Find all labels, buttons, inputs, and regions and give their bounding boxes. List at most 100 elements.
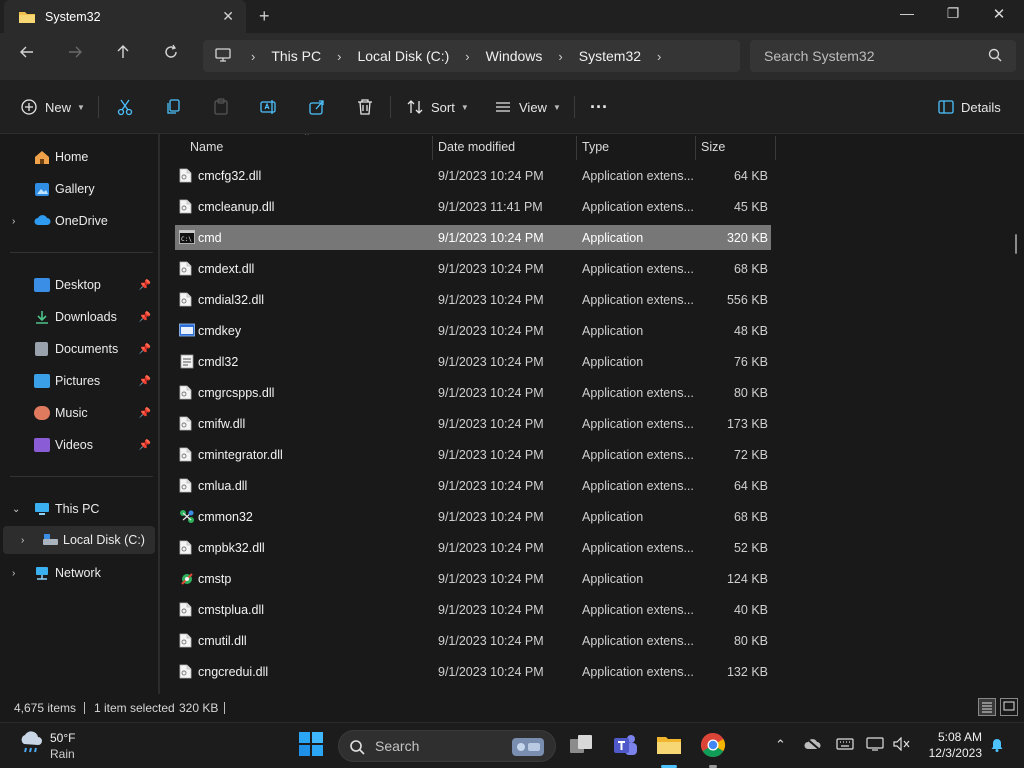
rename-button[interactable] — [260, 94, 278, 120]
share-button[interactable] — [308, 94, 326, 120]
delete-button[interactable] — [356, 94, 374, 120]
table-row[interactable]: cmstplua.dll 9/1/2023 10:24 PM Application… — [175, 597, 771, 622]
cut-button[interactable] — [116, 94, 134, 120]
taskbar-search[interactable] — [338, 730, 556, 762]
tiles-view-toggle[interactable] — [1000, 698, 1018, 716]
file-name: cngcredui.dll — [198, 664, 269, 679]
chevron-right-icon[interactable]: › — [453, 49, 481, 64]
pin-icon[interactable]: 📌 — [139, 280, 151, 291]
pin-icon[interactable]: 📌 — [139, 344, 151, 355]
table-row[interactable]: cmdext.dll 9/1/2023 10:24 PM Application e… — [175, 256, 771, 281]
chrome-button[interactable] — [699, 731, 727, 759]
pin-icon[interactable]: 📌 — [139, 312, 151, 323]
column-header-name[interactable]: Name — [184, 134, 432, 160]
table-row[interactable]: cmifw.dll 9/1/2023 10:24 PM Application ex… — [175, 411, 771, 436]
pin-icon[interactable]: 📌 — [139, 376, 151, 387]
tab-system32[interactable]: System32 ✕ — [4, 0, 246, 33]
table-row[interactable]: cmgrcspps.dll 9/1/2023 10:24 PM Applicatio… — [175, 380, 771, 405]
breadcrumb-windows[interactable]: Windows — [482, 48, 547, 64]
taskbar-search-input[interactable] — [375, 738, 495, 754]
up-button[interactable] — [108, 44, 138, 68]
sidebar-item-gallery[interactable]: Gallery — [0, 175, 155, 203]
column-header-date[interactable]: Date modified — [432, 134, 576, 160]
display-icon[interactable] — [866, 737, 884, 754]
minimize-button[interactable]: — — [884, 5, 930, 27]
details-pane-button[interactable]: Details — [938, 94, 1001, 120]
file-type: Application extens... — [582, 261, 694, 276]
sidebar-item-videos[interactable]: Videos 📌 — [0, 431, 155, 459]
sidebar-item-pictures[interactable]: Pictures 📌 — [0, 367, 155, 395]
breadcrumb-local-disk[interactable]: Local Disk (C:) — [353, 48, 453, 64]
details-view-toggle[interactable] — [978, 698, 996, 716]
start-button[interactable] — [298, 731, 326, 759]
chevron-right-icon[interactable]: › — [645, 49, 673, 64]
teams-button[interactable] — [611, 731, 639, 759]
column-divider[interactable] — [775, 136, 776, 160]
maximize-button[interactable]: ❐ — [930, 5, 976, 27]
sidebar-item-home[interactable]: Home — [0, 143, 155, 171]
file-explorer-taskbar-button[interactable] — [655, 731, 683, 759]
sidebar-item-onedrive[interactable]: › OneDrive — [0, 207, 155, 235]
sidebar-item-documents[interactable]: Documents 📌 — [0, 335, 155, 363]
table-row[interactable]: cmdkey 9/1/2023 10:24 PM Application 48 KB — [175, 318, 771, 343]
table-row[interactable]: cngcredui.dll 9/1/2023 10:24 PM Applicatio… — [175, 659, 771, 684]
new-tab-button[interactable]: + — [259, 6, 270, 27]
table-row[interactable]: cmintegrator.dll 9/1/2023 10:24 PM Applica… — [175, 442, 771, 467]
notification-bell-icon[interactable] — [989, 736, 1005, 755]
table-row[interactable]: cmdl32 9/1/2023 10:24 PM Application 76 KB — [175, 349, 771, 374]
pin-icon[interactable]: 📌 — [139, 408, 151, 419]
paste-button[interactable] — [212, 94, 230, 120]
search-input[interactable] — [764, 48, 974, 64]
sort-button[interactable]: Sort ▼ — [406, 94, 469, 120]
clock[interactable]: 5:08 AM 12/3/2023 — [929, 729, 982, 761]
chevron-right-icon[interactable]: › — [325, 49, 353, 64]
close-window-button[interactable]: ✕ — [976, 5, 1022, 27]
view-button[interactable]: View ▼ — [494, 94, 561, 120]
task-view-button[interactable] — [567, 731, 595, 759]
more-options-button[interactable]: ··· — [590, 94, 608, 120]
back-button[interactable] — [12, 44, 42, 68]
table-row[interactable]: cmpbk32.dll 9/1/2023 10:24 PM Application … — [175, 535, 771, 560]
sidebar-item-local-disk[interactable]: › Local Disk (C:) — [3, 526, 155, 554]
table-row[interactable]: cmdial32.dll 9/1/2023 10:24 PM Application… — [175, 287, 771, 312]
table-row[interactable]: cmlua.dll 9/1/2023 10:24 PM Application ex… — [175, 473, 771, 498]
tab-close-button[interactable]: ✕ — [222, 8, 234, 25]
chevron-right-icon[interactable]: › — [239, 49, 267, 64]
chevron-right-icon[interactable]: › — [546, 49, 574, 64]
search-box[interactable] — [750, 40, 1016, 72]
search-icon[interactable] — [988, 48, 1002, 65]
column-header-type[interactable]: Type — [576, 134, 696, 160]
table-row[interactable]: cmcleanup.dll 9/1/2023 11:41 PM Applicatio… — [175, 194, 771, 219]
monitor-icon — [34, 502, 50, 516]
keyboard-icon[interactable] — [836, 737, 854, 754]
column-header-size[interactable]: Size — [695, 134, 775, 160]
table-row[interactable]: cmmon32 9/1/2023 10:24 PM Application 68 KB — [175, 504, 771, 529]
pin-icon[interactable]: 📌 — [139, 440, 151, 451]
table-row[interactable]: cmstp 9/1/2023 10:24 PM Application 124 KB — [175, 566, 771, 591]
document-icon — [35, 342, 48, 356]
sidebar-item-network[interactable]: › Network — [0, 559, 155, 587]
sidebar-item-desktop[interactable]: Desktop 📌 — [0, 271, 155, 299]
breadcrumb-system32[interactable]: System32 — [575, 48, 645, 64]
chevron-right-icon[interactable]: › — [12, 216, 15, 227]
sidebar-item-music[interactable]: Music 📌 — [0, 399, 155, 427]
address-bar[interactable]: › This PC › Local Disk (C:) › Windows › … — [203, 40, 740, 72]
show-hidden-icons-button[interactable]: ⌃ — [775, 737, 786, 753]
volume-muted-icon[interactable] — [892, 736, 910, 754]
breadcrumb-this-pc[interactable]: This PC — [267, 48, 325, 64]
list-scrollbar-thumb[interactable] — [1015, 234, 1017, 254]
copy-button[interactable] — [164, 94, 182, 120]
sidebar-item-downloads[interactable]: Downloads 📌 — [0, 303, 155, 331]
onedrive-tray-icon[interactable] — [804, 737, 822, 754]
table-row[interactable]: cmcfg32.dll 9/1/2023 10:24 PM Application … — [175, 163, 771, 188]
chevron-down-icon[interactable]: ⌄ — [12, 504, 20, 515]
table-row[interactable]: cmutil.dll 9/1/2023 10:24 PM Application e… — [175, 628, 771, 653]
chevron-right-icon[interactable]: › — [12, 568, 15, 579]
forward-button[interactable] — [60, 44, 90, 68]
sidebar-item-this-pc[interactable]: ⌄ This PC — [0, 495, 155, 523]
table-row-selected[interactable]: C:\ cmd 9/1/2023 10:24 PM Application 320 KB — [175, 225, 771, 250]
refresh-button[interactable] — [156, 44, 186, 68]
weather-widget[interactable]: 50°F Rain — [18, 729, 75, 761]
new-button[interactable]: New ▼ — [20, 94, 85, 120]
chevron-right-icon[interactable]: › — [21, 535, 24, 546]
